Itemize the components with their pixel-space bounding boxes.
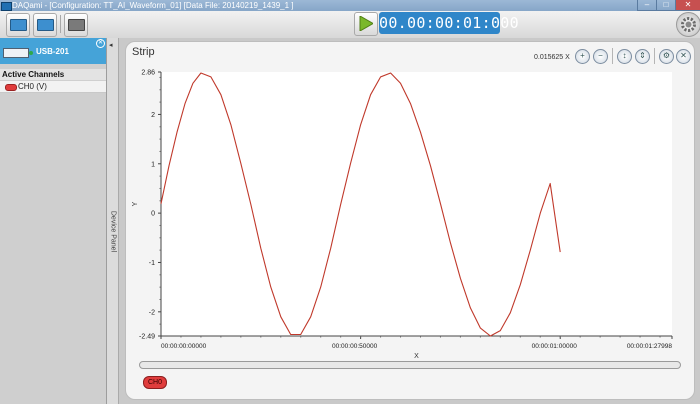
channel-icon [37,19,54,31]
time-scrollbar[interactable] [139,361,681,369]
usb-device-icon [3,48,29,58]
strip-card: Strip 0.015625 X + − ↕ ⇕ ⚙ ✕ 2.86 2 1 0 -1 -2… [125,41,695,400]
settings-button[interactable] [676,12,700,37]
collapse-arrow-icon[interactable]: ◂ [109,41,113,49]
y-tick-label: -2.49 [139,334,155,341]
gear-icon [681,17,696,32]
display-panel-button[interactable] [64,13,88,37]
chart-axes: 2.86 2 1 0 -1 -2 -2.49 00:00:00:00000 00:00:00:5… [132,70,673,360]
add-channel-button[interactable] [33,13,57,37]
app-icon [1,2,12,11]
device-status-dot [29,51,33,55]
x-tick-label: 00:00:00:50000 [332,343,378,350]
y-tick-label: 2 [151,112,155,119]
y-tick-label: 0 [151,211,155,218]
y-tick-label: -2 [149,309,155,316]
window-title: DAQami - [Configuration: TT_AI_Waveform_… [12,1,294,10]
strip-chart[interactable]: 2.86 2 1 0 -1 -2 -2.49 00:00:00:00000 00:00:00:5… [126,42,694,360]
channel-row[interactable]: CH0 (V) [0,81,106,93]
channel-legend-chip[interactable]: CH0 [143,376,167,389]
y-tick-label: -1 [149,260,155,267]
x-tick-label: 00:00:00:00000 [161,343,207,350]
close-device-icon[interactable]: ✕ [96,39,105,48]
device-panel-tab[interactable]: ◂ Device Panel [107,38,119,404]
y-tick-label: 2.86 [141,70,155,77]
maximize-button[interactable]: □ [656,0,676,11]
device-name: USB-201 [36,47,69,56]
toolbar: 00.00:00:01:000 [0,11,700,39]
minimize-button[interactable]: – [637,0,657,11]
play-icon [359,16,373,31]
device-panel: USB-201 ✕ Active Channels CH0 (V) [0,38,107,404]
channel-color-swatch [5,84,17,91]
device-icon [10,19,27,31]
add-device-button[interactable] [6,13,30,37]
title-bar: DAQami - [Configuration: TT_AI_Waveform_… [0,0,700,11]
elapsed-timer: 00.00:00:01:000 [379,12,519,34]
channel-label: CH0 (V) [18,82,47,91]
close-button[interactable]: ✕ [675,0,700,11]
x-tick-label: 00:00:01:27998 [627,343,673,350]
play-button[interactable] [354,12,378,36]
toolbar-divider [60,15,61,33]
display-icon [68,19,85,31]
device-header[interactable]: USB-201 ✕ [0,38,106,64]
device-panel-tab-label: Device Panel [109,210,117,253]
y-tick-label: 1 [151,161,155,168]
x-axis-label: X [414,353,419,360]
x-tick-label: 00:00:01:00000 [532,343,578,350]
main-area: Strip 0.015625 X + − ↕ ⇕ ⚙ ✕ 2.86 2 1 0 -1 -2… [119,38,700,404]
plot-area [161,72,672,336]
y-axis-label: Y [132,201,139,206]
active-channels-heading: Active Channels [0,69,106,80]
